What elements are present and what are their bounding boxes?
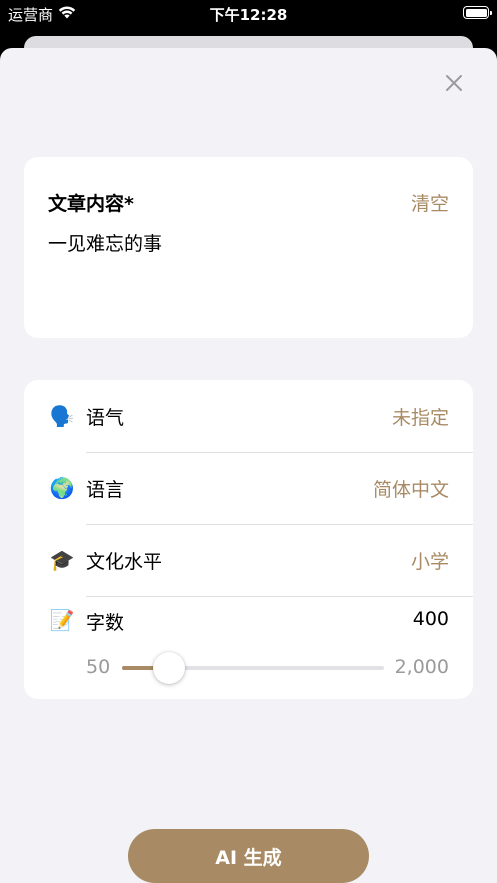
- education-row[interactable]: 🎓 文化水平 小学: [24, 524, 473, 596]
- word-count-row: 📝 字数 400: [24, 596, 473, 646]
- close-button[interactable]: [441, 70, 467, 96]
- content-title: 文章内容*: [48, 193, 134, 215]
- word-count-slider[interactable]: [122, 652, 384, 684]
- slider-min-label: 50: [86, 656, 111, 678]
- clock: 下午12:28: [209, 6, 288, 24]
- memo-icon: 📝: [49, 608, 75, 632]
- clear-button[interactable]: 清空: [411, 189, 449, 216]
- word-count-slider-row: 50 2,000: [24, 648, 473, 688]
- ai-generate-button[interactable]: AI 生成: [128, 829, 369, 883]
- content-card: 文章内容* 清空 一见难忘的事: [24, 157, 473, 338]
- language-value: 简体中文: [372, 478, 449, 501]
- battery-icon: [463, 6, 492, 19]
- content-text-field[interactable]: 一见难忘的事: [48, 229, 449, 256]
- education-label: 文化水平: [86, 550, 163, 573]
- word-count-label: 字数: [86, 612, 125, 634]
- generator-sheet: 文章内容* 清空 一见难忘的事 🗣️ 语气 未指定 🌍 语言 简体中文 🎓 文化…: [0, 48, 497, 883]
- graduation-cap-icon: 🎓: [49, 548, 75, 572]
- word-count-value: 400: [412, 608, 449, 630]
- slider-thumb[interactable]: [153, 652, 186, 684]
- education-value: 小学: [410, 550, 449, 573]
- status-bar: 运营商 下午12:28: [0, 0, 497, 26]
- settings-card: 🗣️ 语气 未指定 🌍 语言 简体中文 🎓 文化水平 小学 📝 字数 400 5…: [24, 380, 473, 699]
- tone-row[interactable]: 🗣️ 语气 未指定: [24, 380, 473, 452]
- globe-icon: 🌍: [49, 476, 75, 500]
- speaking-head-icon: 🗣️: [49, 404, 75, 428]
- slider-max-label: 2,000: [394, 656, 449, 678]
- language-row[interactable]: 🌍 语言 简体中文: [24, 452, 473, 524]
- language-label: 语言: [86, 478, 125, 501]
- tone-label: 语气: [86, 406, 125, 429]
- tone-value: 未指定: [391, 406, 449, 429]
- close-icon: [446, 75, 462, 91]
